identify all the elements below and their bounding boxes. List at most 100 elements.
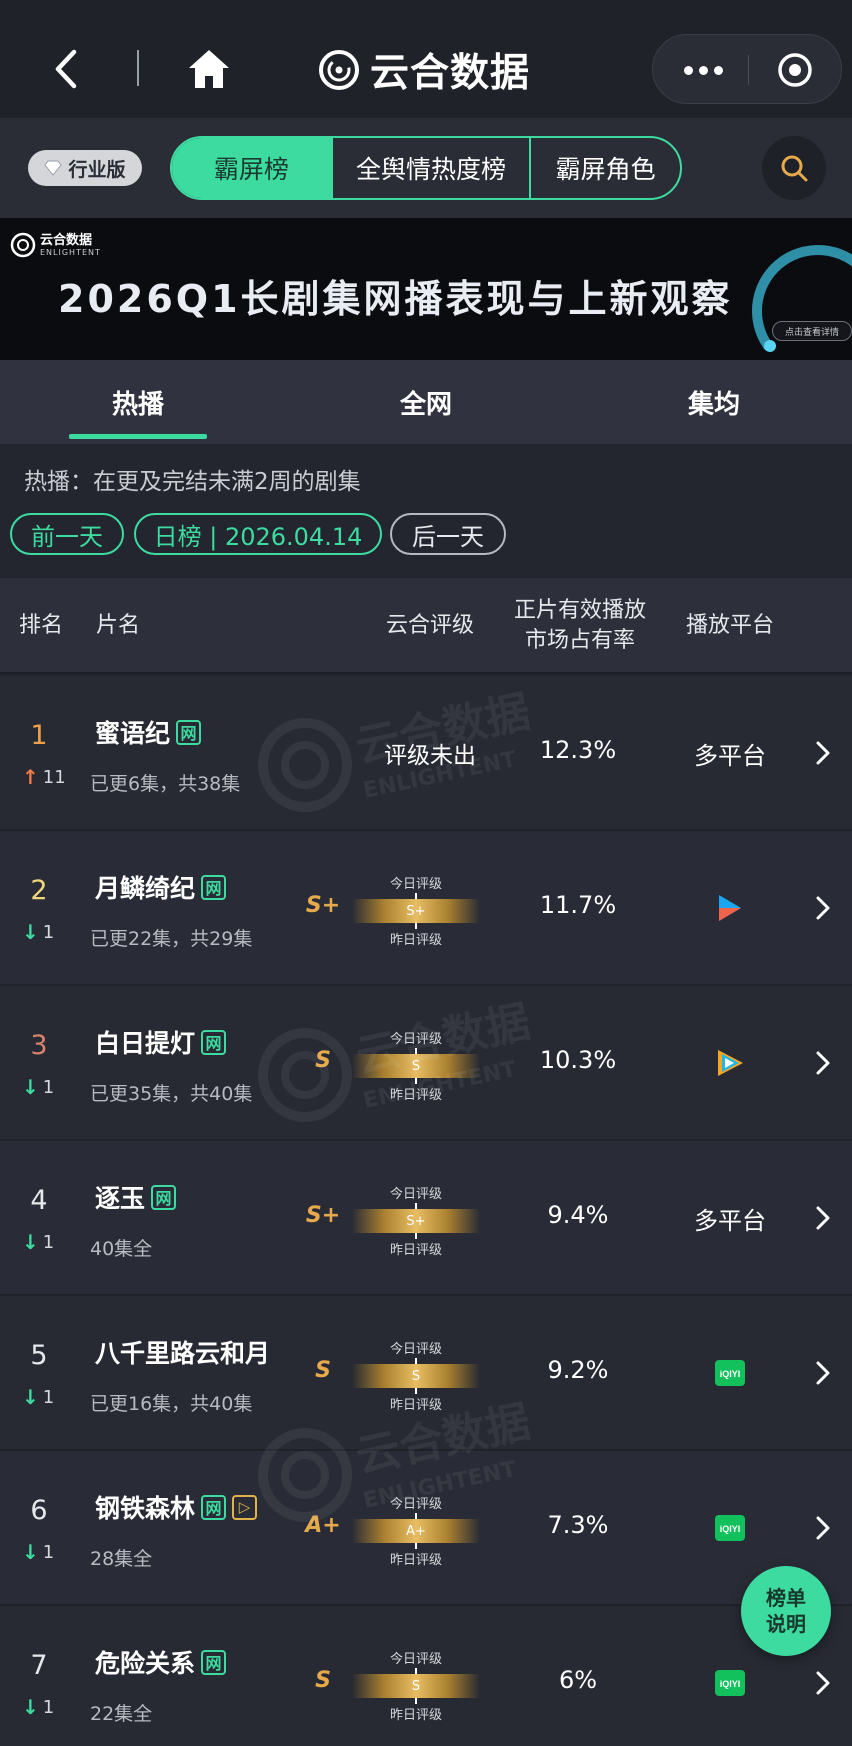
show-title: 危险关系 — [95, 1649, 196, 1678]
chevron-right-icon[interactable] — [812, 1356, 834, 1390]
grade-label: S — [315, 1048, 331, 1073]
grade-label: S — [315, 1358, 331, 1383]
tencent-video-icon — [718, 1050, 743, 1076]
yesterday-grade-label: 昨日评级 — [389, 1398, 442, 1413]
grade-gauge: 今日评级 S 昨日评级 — [352, 1334, 480, 1418]
more-dots-icon[interactable] — [673, 55, 733, 85]
app-title-group: 云合数据 — [318, 42, 530, 98]
app-logo-icon — [319, 50, 359, 90]
date-selector[interactable]: 日榜 | 2026.04.14 — [134, 513, 382, 555]
yesterday-grade-label: 昨日评级 — [389, 933, 442, 948]
show-title: 钢铁森林 — [95, 1494, 196, 1523]
table-row[interactable]: 5 ↓ 1 八千里路云和月 已更16集，共40集 S 今日评级 S 昨日评级 9… — [0, 1296, 852, 1451]
rank-number: 2 — [30, 875, 48, 906]
rank-change: ↓ 1 — [22, 920, 54, 944]
market-share: 11.7% — [539, 891, 617, 919]
rank-change: ↓ 1 — [22, 1075, 54, 1099]
market-share: 9.2% — [547, 1356, 609, 1384]
rank-number: 6 — [30, 1495, 48, 1526]
iqiyi-icon-text: iQIYI — [720, 1524, 741, 1534]
title-line: 钢铁森林 网 ▷ — [95, 1489, 258, 1525]
tab-screen-dominance[interactable]: 霸屏榜 — [172, 138, 331, 198]
rank-change-value: 1 — [42, 1231, 55, 1253]
market-share: 7.3% — [547, 1511, 609, 1539]
rank-change: ↓ 1 — [22, 1230, 54, 1254]
tab-public-opinion-heat[interactable]: 全舆情热度榜 — [330, 138, 529, 198]
gauge-bar: S — [352, 1674, 480, 1698]
episode-info: 28集全 — [90, 1548, 153, 1570]
top-nav-bar: 云合数据 — [0, 0, 852, 118]
tab-whole-network[interactable]: 全网 — [288, 360, 564, 444]
banner-title: 2026Q1长剧集网播表现与上新观察 — [58, 277, 733, 321]
rank-change-value: 1 — [42, 1386, 55, 1408]
iqiyi-icon: iQIYI — [715, 1515, 745, 1541]
today-grade-label: 今日评级 — [389, 877, 442, 892]
chevron-right-icon[interactable] — [812, 1201, 834, 1235]
rank-change: ↓ 1 — [22, 1385, 54, 1409]
grade-label: S+ — [305, 893, 341, 918]
ranking-explanation-button[interactable]: 榜单 说明 — [741, 1566, 831, 1656]
chevron-right-icon[interactable] — [812, 1666, 834, 1700]
home-icon[interactable] — [186, 46, 232, 92]
float-button-line1: 榜单 — [766, 1586, 806, 1610]
search-icon — [781, 155, 808, 182]
net-drama-tag: 网 — [176, 719, 202, 745]
diamond-icon — [44, 160, 63, 176]
rank-change: ↓ 1 — [22, 1540, 54, 1564]
table-row[interactable]: 6 ↓ 1 钢铁森林 网 ▷ 28集全 A+ 今日评级 A+ 昨日评级 7.3%… — [0, 1451, 852, 1606]
gauge-bar: A+ — [352, 1519, 480, 1543]
grade-label: S+ — [305, 1203, 341, 1228]
title-line: 蜜语纪 网 — [95, 714, 202, 750]
edition-badge[interactable]: 行业版 — [28, 150, 142, 186]
table-row[interactable]: 3 ↓ 1 白日提灯 网 已更35集，共40集 S 今日评级 S 昨日评级 10… — [0, 986, 852, 1141]
tab-hot-airing[interactable]: 热播 — [0, 360, 276, 444]
search-button[interactable] — [762, 136, 826, 200]
banner-logo-text: 云合数据 — [40, 232, 93, 248]
active-tab-indicator — [69, 434, 207, 439]
gauge-bar: S — [352, 1364, 480, 1388]
yesterday-grade-label: 昨日评级 — [389, 1088, 442, 1103]
net-drama-tag: 网 — [201, 874, 227, 900]
rank-number: 4 — [30, 1185, 48, 1216]
arrow-down-icon: ↓ — [22, 1695, 39, 1719]
today-grade-label: 今日评级 — [389, 1652, 442, 1667]
gauge-bar: S+ — [352, 899, 480, 923]
title-line: 白日提灯 网 — [95, 1024, 227, 1060]
chevron-right-icon[interactable] — [812, 1511, 834, 1545]
header-title: 片名 — [95, 613, 140, 638]
market-share: 9.4% — [547, 1201, 609, 1229]
arrow-down-icon: ↓ — [22, 1540, 39, 1564]
show-title: 白日提灯 — [95, 1029, 196, 1058]
episode-info: 已更22集，共29集 — [90, 928, 253, 950]
market-share: 10.3% — [539, 1046, 617, 1074]
yesterday-grade-label: 昨日评级 — [389, 1553, 442, 1568]
table-row[interactable]: 2 ↓ 1 月鳞绮纪 网 已更22集，共29集 S+ 今日评级 S+ 昨日评级 … — [0, 831, 852, 986]
capsule-divider — [748, 55, 749, 85]
header-share: 正片有效播放 市场占有率 — [500, 596, 660, 656]
chevron-right-icon[interactable] — [812, 1046, 834, 1080]
table-row[interactable]: 1 ↑ 11 蜜语纪 网 已更6集，共38集 评级未出 12.3% 多平台 — [0, 676, 852, 831]
promo-banner[interactable]: 云合数据 ENLIGHTENT 2026Q1长剧集网播表现与上新观察 点击查看详… — [0, 218, 852, 360]
grade-gauge: 今日评级 S 昨日评级 — [352, 1024, 480, 1108]
next-day-button[interactable]: 后一天 — [390, 513, 506, 555]
arrow-down-icon: ↓ — [22, 1385, 39, 1409]
table-row[interactable]: 4 ↓ 1 逐玉 网 40集全 S+ 今日评级 S+ 昨日评级 9.4% 多平台 — [0, 1141, 852, 1296]
today-grade-label: 今日评级 — [389, 1187, 442, 1202]
yesterday-grade-label: 昨日评级 — [389, 1708, 442, 1723]
prev-day-button[interactable]: 前一天 — [10, 513, 124, 555]
banner-cta-button[interactable]: 点击查看详情 — [772, 321, 852, 341]
show-title: 逐玉 — [95, 1184, 146, 1213]
rank-number: 5 — [30, 1340, 48, 1371]
header-platform: 播放平台 — [685, 613, 774, 638]
title-line: 月鳞绮纪 网 — [95, 869, 227, 905]
chevron-right-icon[interactable] — [812, 891, 834, 925]
back-chevron-icon[interactable] — [46, 44, 86, 94]
tab-episode-average[interactable]: 集均 — [576, 360, 852, 444]
chevron-right-icon[interactable] — [812, 736, 834, 770]
table-row[interactable]: 7 ↓ 1 危险关系 网 22集全 S 今日评级 S 昨日评级 6% iQIYI — [0, 1606, 852, 1746]
show-title: 蜜语纪 — [95, 719, 171, 748]
tab-dominant-roles[interactable]: 霸屏角色 — [529, 138, 680, 198]
target-close-icon[interactable] — [775, 50, 815, 90]
gauge-bar: S+ — [352, 1209, 480, 1233]
platform-text: 多平台 — [694, 1207, 766, 1235]
